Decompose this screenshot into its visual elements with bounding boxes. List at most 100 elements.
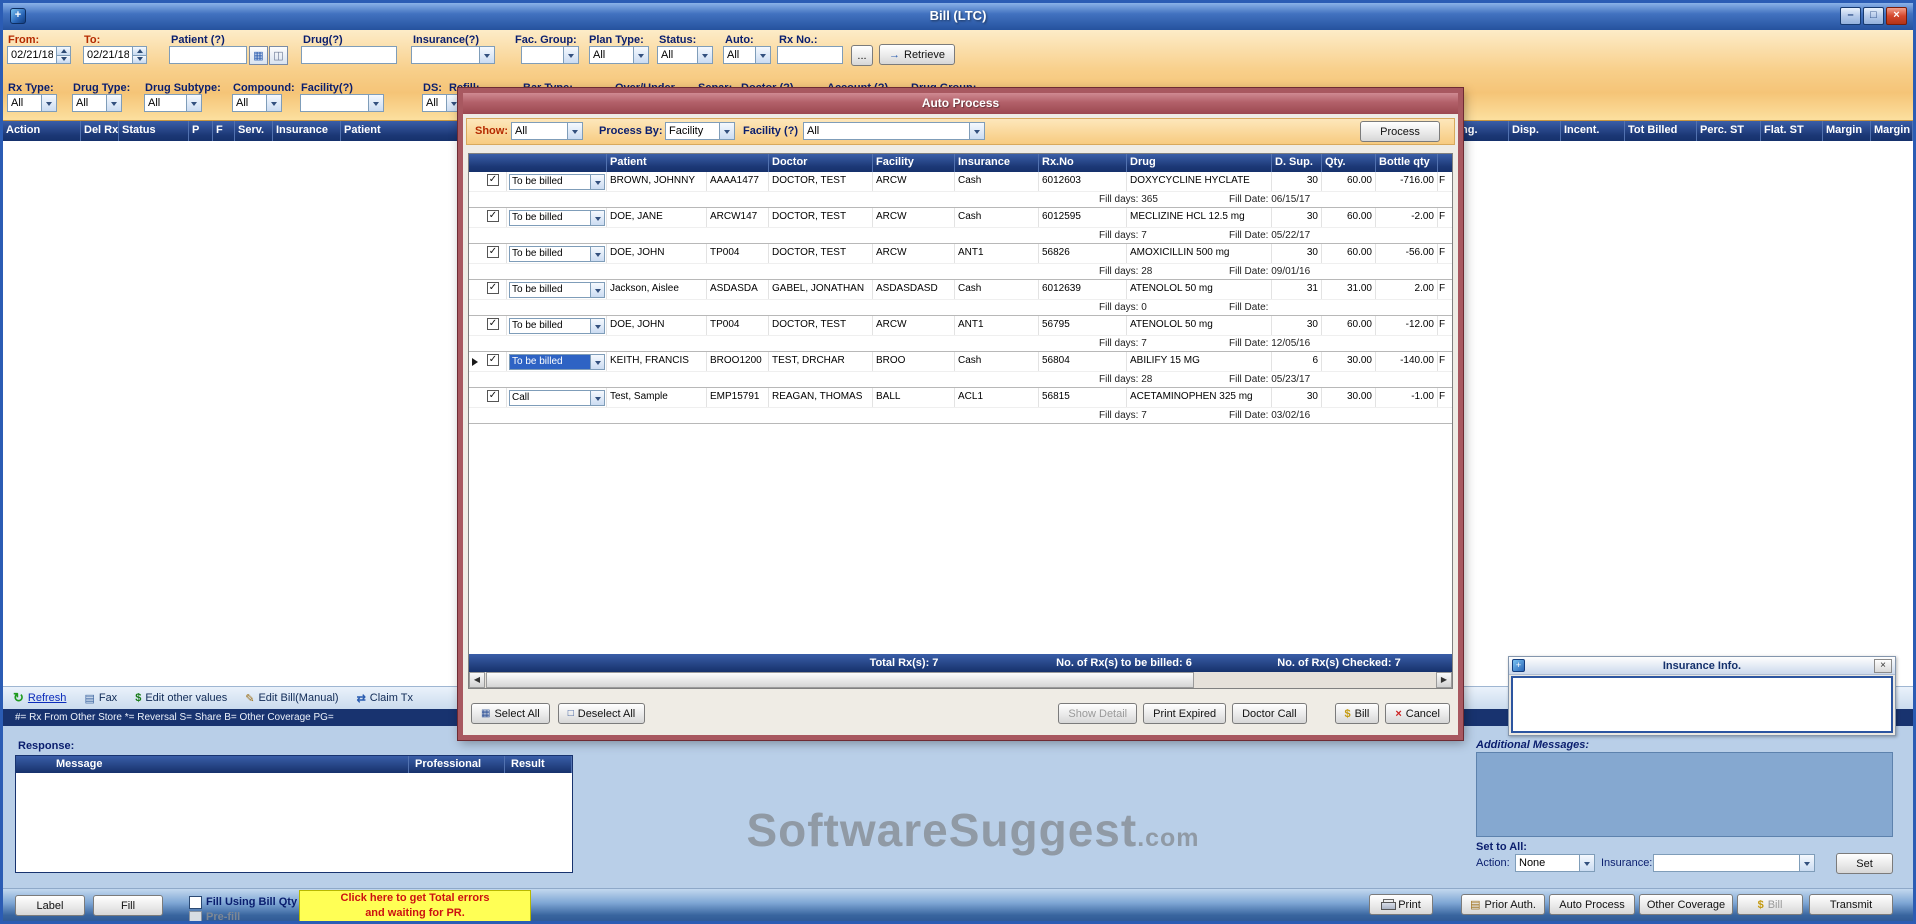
refresh-link[interactable]: ↻Refresh: [13, 690, 66, 706]
col-margin[interactable]: Margin: [1823, 121, 1871, 141]
fac-group-select[interactable]: [521, 46, 579, 64]
more-button[interactable]: ...: [851, 45, 873, 66]
row-status-select[interactable]: Call: [509, 390, 605, 406]
show-select[interactable]: All: [511, 122, 583, 140]
rx-row[interactable]: ✓ To be billed KEITH, FRANCIS BROO1200 T…: [469, 352, 1452, 388]
bill-button[interactable]: $Bill: [1335, 703, 1380, 724]
col-flat-st[interactable]: Flat. ST: [1761, 121, 1823, 141]
facility-select[interactable]: [300, 94, 384, 112]
show-detail-button[interactable]: Show Detail: [1058, 703, 1137, 724]
auto-process-button[interactable]: Auto Process: [1549, 894, 1635, 915]
maximize-button[interactable]: □: [1863, 7, 1884, 25]
from-date-value[interactable]: [7, 46, 56, 64]
from-date-spinner[interactable]: [56, 46, 71, 64]
row-checkbox[interactable]: ✓: [487, 246, 499, 258]
row-status-select[interactable]: To be billed: [509, 282, 605, 298]
fill-button[interactable]: Fill: [93, 895, 163, 916]
drug-subtype-select[interactable]: All: [144, 94, 202, 112]
prior-auth-button[interactable]: ▤Prior Auth.: [1461, 894, 1545, 915]
col-del-rx[interactable]: Del Rx: [81, 121, 119, 141]
row-status-select[interactable]: To be billed: [509, 246, 605, 262]
insurance-select[interactable]: [411, 46, 495, 64]
transmit-button[interactable]: Transmit: [1809, 894, 1893, 915]
col-professional[interactable]: Professional: [409, 756, 505, 773]
spinner-up-icon[interactable]: [56, 46, 71, 56]
process-button[interactable]: Process: [1360, 121, 1440, 142]
row-checkbox[interactable]: ✓: [487, 318, 499, 330]
col-insurance[interactable]: Insurance: [955, 154, 1039, 172]
close-button[interactable]: ×: [1886, 7, 1907, 25]
col-rx-no[interactable]: Rx.No: [1039, 154, 1127, 172]
col-action[interactable]: Action: [3, 121, 81, 141]
col-patient[interactable]: Patient: [341, 121, 461, 141]
select-all-button[interactable]: ▦Select All: [471, 703, 550, 724]
from-date-input[interactable]: [7, 46, 71, 64]
rx-row[interactable]: ✓ Call Test, Sample EMP15791 REAGAN, THO…: [469, 388, 1452, 424]
edit-bill-manual-button[interactable]: ✎Edit Bill(Manual): [245, 692, 338, 705]
row-status-select[interactable]: To be billed: [509, 354, 605, 370]
row-status-select[interactable]: To be billed: [509, 174, 605, 190]
print-expired-button[interactable]: Print Expired: [1143, 703, 1226, 724]
col-result[interactable]: Result: [505, 756, 572, 773]
col-drug[interactable]: Drug: [1127, 154, 1272, 172]
rx-row[interactable]: ✓ To be billed BROWN, JOHNNY AAAA1477 DO…: [469, 172, 1452, 208]
col-ing[interactable]: Ing.: [1455, 121, 1509, 141]
spinner-down-icon[interactable]: [132, 56, 147, 65]
fill-using-bill-qty-checkbox[interactable]: [189, 896, 202, 909]
col-margin-2[interactable]: Margin: [1871, 121, 1913, 141]
ds-select[interactable]: All: [422, 94, 462, 112]
scroll-left-button[interactable]: ◀: [469, 672, 485, 688]
scrollbar-thumb[interactable]: [486, 672, 1194, 688]
to-date-spinner[interactable]: [132, 46, 147, 64]
col-patient[interactable]: Patient: [607, 154, 769, 172]
horizontal-scrollbar[interactable]: ◀ ▶: [469, 672, 1452, 688]
col-disp[interactable]: Disp.: [1509, 121, 1561, 141]
action-select[interactable]: None: [1515, 854, 1595, 872]
cancel-button[interactable]: ×Cancel: [1385, 703, 1450, 724]
col-d-sup[interactable]: D. Sup.: [1272, 154, 1322, 172]
col-insurance[interactable]: Insurance: [273, 121, 341, 141]
rx-row[interactable]: ✓ To be billed DOE, JOHN TP004 DOCTOR, T…: [469, 244, 1452, 280]
col-status[interactable]: Status: [119, 121, 189, 141]
col-tot-billed[interactable]: Tot Billed: [1625, 121, 1697, 141]
retrieve-button[interactable]: →Retrieve: [879, 44, 955, 65]
to-date-input[interactable]: [83, 46, 147, 64]
insurance-info-close-button[interactable]: ×: [1874, 659, 1892, 673]
row-status-select[interactable]: To be billed: [509, 210, 605, 226]
to-date-value[interactable]: [83, 46, 132, 64]
col-p[interactable]: P: [189, 121, 213, 141]
col-facility[interactable]: Facility: [873, 154, 955, 172]
row-status-select[interactable]: To be billed: [509, 318, 605, 334]
drug-type-select[interactable]: All: [72, 94, 122, 112]
spinner-down-icon[interactable]: [56, 56, 71, 65]
scroll-right-button[interactable]: ▶: [1436, 672, 1452, 688]
row-checkbox[interactable]: ✓: [487, 390, 499, 402]
deselect-all-button[interactable]: □Deselect All: [558, 703, 646, 724]
rx-row[interactable]: ✓ To be billed Jackson, Aislee ASDASDA G…: [469, 280, 1452, 316]
bill-button[interactable]: $Bill: [1737, 894, 1803, 915]
doctor-call-button[interactable]: Doctor Call: [1232, 703, 1306, 724]
col-incent[interactable]: Incent.: [1561, 121, 1625, 141]
rx-row[interactable]: ✓ To be billed DOE, JOHN TP004 DOCTOR, T…: [469, 316, 1452, 352]
row-checkbox[interactable]: ✓: [487, 210, 499, 222]
plan-type-select[interactable]: All: [589, 46, 649, 64]
other-coverage-button[interactable]: Other Coverage: [1639, 894, 1733, 915]
compound-select[interactable]: All: [232, 94, 282, 112]
rx-type-select[interactable]: All: [7, 94, 57, 112]
row-checkbox[interactable]: ✓: [487, 282, 499, 294]
col-serv[interactable]: Serv.: [235, 121, 273, 141]
row-checkbox[interactable]: ✓: [487, 174, 499, 186]
print-button[interactable]: Print: [1369, 894, 1433, 915]
patient-input[interactable]: [169, 46, 247, 64]
edit-other-values-button[interactable]: $Edit other values: [135, 692, 227, 704]
col-bottle-qty[interactable]: Bottle qty: [1376, 154, 1438, 172]
status-select[interactable]: All: [657, 46, 713, 64]
col-qty[interactable]: Qty.: [1322, 154, 1376, 172]
patient-lookup-button[interactable]: ▦: [249, 46, 268, 65]
rx-row[interactable]: ✓ To be billed DOE, JANE ARCW147 DOCTOR,…: [469, 208, 1452, 244]
row-checkbox[interactable]: ✓: [487, 354, 499, 366]
dialog-facility-select[interactable]: All: [803, 122, 985, 140]
process-by-select[interactable]: Facility: [665, 122, 735, 140]
spinner-up-icon[interactable]: [132, 46, 147, 56]
total-errors-alert[interactable]: Click here to get Total errors and waiti…: [299, 890, 531, 922]
